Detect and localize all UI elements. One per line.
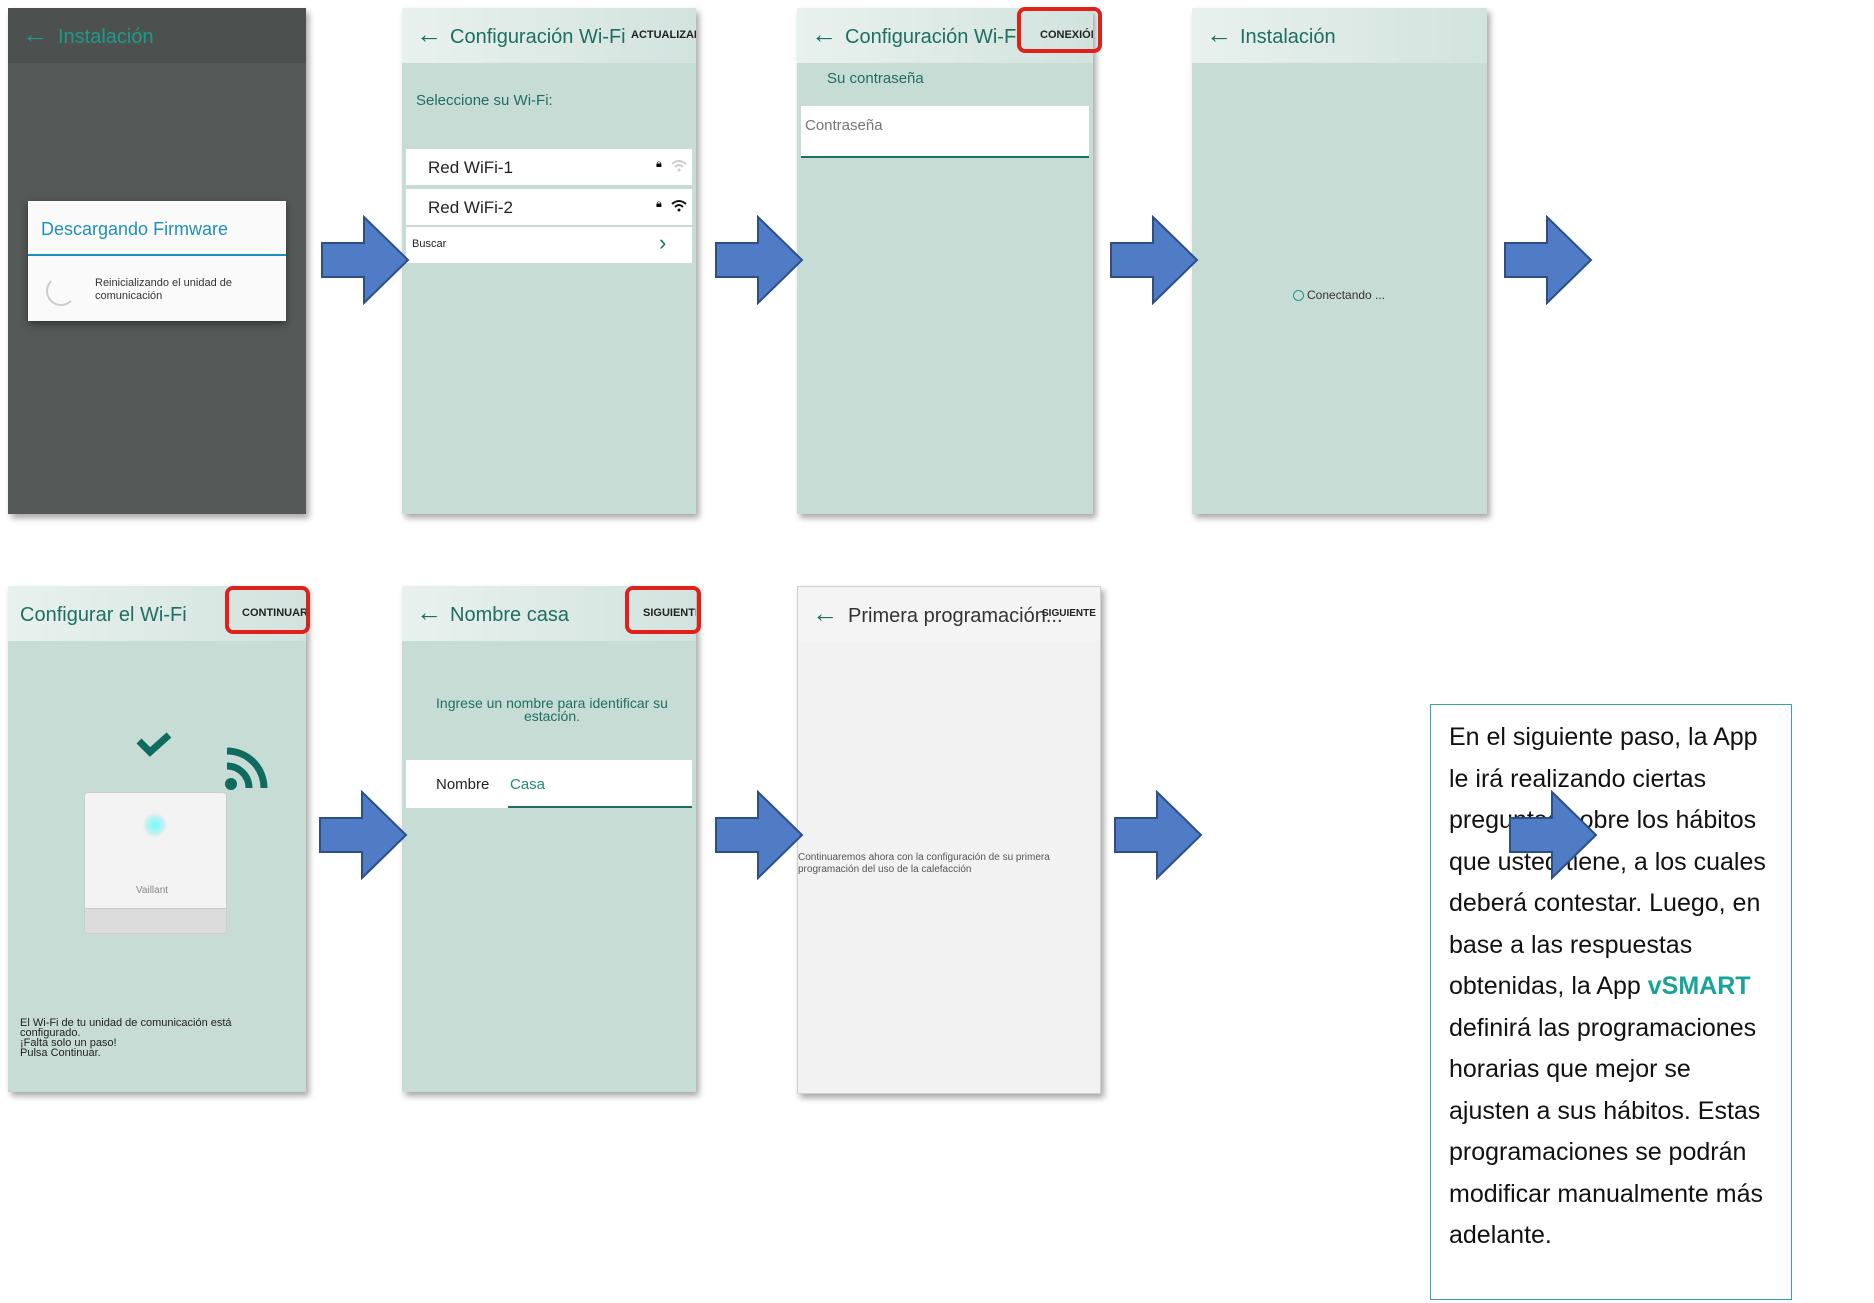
schedule-message: Continuaremos ahora con la configuración… — [798, 852, 1050, 875]
flow-arrow-icon — [1509, 790, 1598, 880]
screen-title: Instalación — [1240, 26, 1336, 48]
password-input[interactable] — [803, 116, 1077, 135]
search-label: Buscar — [412, 238, 447, 250]
back-arrow-icon[interactable]: ← — [22, 19, 48, 49]
screen-house-name: ← Nombre casa SIGUIENTE Ingrese un nombr… — [402, 586, 696, 1092]
screen-title: Nombre casa — [450, 604, 569, 626]
search-networks-item[interactable]: Buscar › — [406, 227, 692, 263]
flow-arrow-icon — [321, 215, 410, 305]
flow-arrow-icon — [715, 215, 804, 305]
wifi-network-item[interactable]: Red WiFi-1 🔒︎ — [406, 149, 692, 185]
screen-wifi-password: ← Configuración Wi-Fi CONEXIÓN Su contra… — [797, 8, 1093, 514]
next-button[interactable]: SIGUIENTE — [1042, 608, 1096, 619]
screen-wifi-select: ← Configuración Wi-Fi ACTUALIZAR Selecci… — [402, 8, 696, 514]
dialog-title: Descargando Firmware — [41, 219, 229, 239]
name-field-label: Nombre — [436, 776, 490, 793]
screen-installation-connecting: ← Instalación Conectando ... — [1192, 8, 1487, 514]
firmware-dialog: Descargando Firmware Reinicializando el … — [28, 201, 286, 321]
name-prompt: Ingrese un nombre para identificar su es… — [436, 695, 668, 724]
app-bar: ← Configuración Wi-Fi ACTUALIZAR — [402, 8, 696, 63]
flow-arrow-icon — [1114, 790, 1203, 880]
back-arrow-icon[interactable]: ← — [812, 598, 838, 628]
device-base — [85, 908, 226, 933]
device-led — [143, 813, 167, 837]
device-image: Vaillant — [84, 792, 227, 934]
screen-configure-wifi-done: Configurar el Wi-Fi CONTINUAR Vaillant E… — [8, 586, 306, 1092]
app-bar: ← Instalación — [1192, 8, 1487, 63]
checkmark-icon — [136, 732, 172, 757]
wifi-icon — [671, 200, 687, 212]
connecting-status: Conectando ... — [1307, 288, 1386, 302]
lock-icon: 🔒︎ — [656, 198, 662, 210]
wifi-network-item[interactable]: Red WiFi-2 🔒︎ — [406, 189, 692, 225]
select-prompt: Seleccione su Wi-Fi: — [416, 92, 553, 109]
back-arrow-icon[interactable]: ← — [416, 19, 442, 49]
screen-title: Configurar el Wi-Fi — [20, 604, 187, 626]
note-highlight: vSMART — [1647, 972, 1751, 1000]
note-text-before: En el siguiente paso, la App le irá real… — [1449, 723, 1766, 1000]
password-field-container — [801, 106, 1089, 158]
network-name: Red WiFi-1 — [428, 158, 514, 177]
app-bar: ← Primera programación... SIGUIENTE — [798, 587, 1100, 642]
screen-installation-firmware: ← Instalación Descargando Firmware Reini… — [8, 8, 306, 514]
highlight-box-connect — [1017, 7, 1102, 53]
configured-message: El Wi-Fi de tu unidad de comunicación es… — [20, 1017, 232, 1059]
app-bar: ← Instalación — [8, 8, 306, 63]
network-name: Red WiFi-2 — [428, 198, 514, 217]
spinner-icon — [46, 276, 76, 306]
screen-title: Primera programación... — [848, 605, 1063, 627]
wifi-signal-icon — [225, 747, 268, 790]
refresh-button[interactable]: ACTUALIZAR — [631, 29, 696, 41]
back-arrow-icon[interactable]: ← — [1206, 19, 1232, 49]
highlight-box-continue — [225, 586, 310, 634]
dialog-divider — [28, 254, 286, 256]
lock-icon: 🔒︎ — [656, 158, 662, 170]
back-arrow-icon[interactable]: ← — [811, 19, 837, 49]
dialog-text: Reinicializando el unidad de comunicació… — [95, 277, 232, 302]
flow-arrow-icon — [1110, 215, 1199, 305]
spinner-icon — [1293, 290, 1304, 301]
flow-arrow-icon — [319, 790, 408, 880]
name-input[interactable]: Casa — [510, 776, 545, 793]
back-arrow-icon[interactable]: ← — [416, 597, 442, 627]
screen-title: Configuración Wi-Fi — [450, 26, 626, 48]
flow-arrow-icon — [715, 790, 804, 880]
chevron-right-icon: › — [659, 230, 667, 255]
info-note: En el siguiente paso, la App le irá real… — [1430, 704, 1792, 1300]
screen-title: Instalación — [58, 26, 154, 48]
wifi-icon — [671, 160, 687, 172]
device-brand-logo: Vaillant — [136, 885, 169, 896]
screen-title: Configuración Wi-Fi — [845, 26, 1021, 48]
screen-first-schedule: ← Primera programación... SIGUIENTE Cont… — [797, 586, 1101, 1094]
highlight-box-next — [625, 586, 701, 634]
note-text-after: definirá las programaciones horarias que… — [1449, 1013, 1764, 1250]
name-field-row: Nombre Casa — [406, 760, 692, 808]
flow-arrow-icon — [1504, 215, 1593, 305]
password-label: Su contraseña — [827, 70, 924, 87]
input-underline — [508, 806, 692, 808]
